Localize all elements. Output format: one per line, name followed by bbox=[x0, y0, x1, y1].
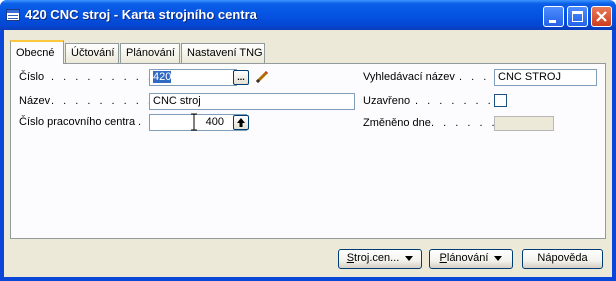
text-cursor-icon bbox=[191, 113, 197, 131]
cislo-pc-dots: . bbox=[138, 116, 145, 128]
planovani-accel: P bbox=[439, 252, 447, 264]
dropdown-arrow-icon bbox=[494, 255, 503, 261]
tab-uctovani[interactable]: Účtování bbox=[65, 43, 119, 63]
zmeneno-dots: . . . . . . bbox=[431, 117, 498, 129]
pencil-icon[interactable] bbox=[254, 69, 270, 85]
close-button[interactable] bbox=[591, 6, 612, 27]
ellipsis-icon: ... bbox=[237, 72, 245, 82]
napoveda-button[interactable]: Nápověda bbox=[522, 249, 603, 269]
zmeneno-label: Změněno dne bbox=[363, 117, 431, 129]
tab-planovani[interactable]: Plánování bbox=[120, 43, 180, 63]
title-bar[interactable]: 420 CNC stroj - Karta strojního centra bbox=[0, 0, 616, 30]
vyhledavaci-label: Vyhledávací název bbox=[363, 71, 455, 83]
vyhledavaci-field[interactable]: CNC STROJ bbox=[494, 69, 597, 86]
uzavreno-label: Uzavřeno bbox=[363, 95, 411, 107]
napoveda-label: Nápověda bbox=[537, 252, 588, 264]
minimize-button[interactable] bbox=[543, 6, 564, 27]
zmeneno-field bbox=[494, 116, 554, 131]
drilldown-button[interactable] bbox=[233, 115, 249, 130]
cislo-label: Číslo bbox=[19, 71, 45, 83]
window: 420 CNC stroj - Karta strojního centra O… bbox=[0, 0, 616, 281]
stroj-centrum-menu-button[interactable]: Stroj.cen... bbox=[338, 249, 422, 269]
window-title: 420 CNC stroj - Karta strojního centra bbox=[25, 7, 257, 22]
tab-label: Účtování bbox=[71, 47, 115, 59]
close-icon bbox=[596, 11, 607, 22]
up-arrow-icon bbox=[237, 118, 245, 127]
tab-obecne[interactable]: Obecné bbox=[10, 40, 64, 64]
tab-label: Obecné bbox=[16, 47, 55, 59]
form-icon bbox=[6, 9, 20, 21]
dropdown-arrow-icon bbox=[405, 255, 414, 261]
tab-label: Nastavení TNG bbox=[187, 47, 263, 59]
window-client: Obecné Účtování Plánování Nastavení TNG … bbox=[4, 30, 612, 277]
cislo-field[interactable]: 420 bbox=[149, 69, 237, 86]
tab-nastaveni-tng[interactable]: Nastavení TNG bbox=[181, 43, 265, 63]
stroj-accel: S bbox=[346, 252, 355, 264]
planovani-menu-button[interactable]: Plánování bbox=[429, 249, 513, 269]
cislo-lookup-button[interactable]: ... bbox=[233, 70, 249, 85]
tab-label: Plánování bbox=[126, 47, 175, 59]
nazev-label: Název bbox=[19, 95, 51, 107]
uzavreno-checkbox[interactable] bbox=[494, 94, 507, 107]
planovani-label: lánování bbox=[446, 252, 489, 264]
maximize-icon bbox=[572, 11, 583, 22]
nazev-field[interactable]: CNC stroj bbox=[149, 93, 355, 110]
cislo-pc-label: Číslo pracovního centra bbox=[19, 116, 136, 128]
tab-panel-obecne: Číslo . . . . . . . . . . 420 ... Název … bbox=[10, 63, 606, 239]
stroj-label: troj.cen... bbox=[354, 252, 400, 264]
maximize-button[interactable] bbox=[567, 6, 588, 27]
uzavreno-dots: . . . . . . . . bbox=[415, 95, 506, 107]
minimize-icon bbox=[549, 20, 556, 23]
cislo-value: 420 bbox=[153, 71, 172, 83]
